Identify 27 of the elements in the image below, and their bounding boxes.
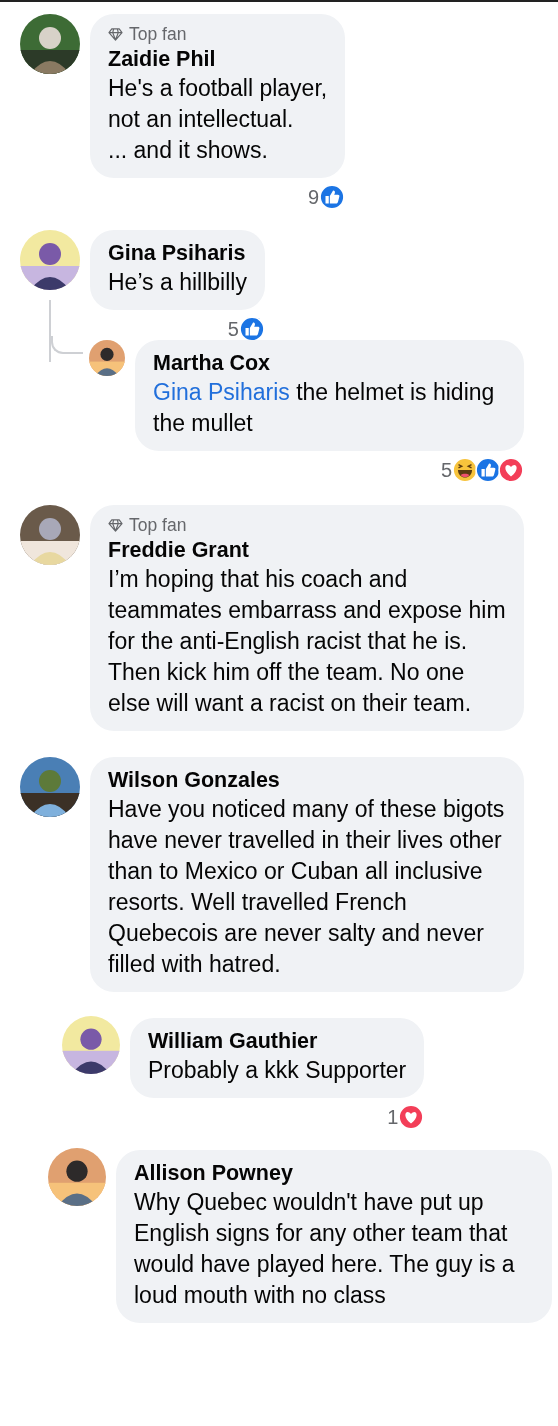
diamond-icon <box>108 27 123 41</box>
laughing-emoji-icon[interactable] <box>452 457 478 483</box>
comment-text: He's a football player, not an intellectual. ... and it shows. <box>108 74 328 165</box>
comment-text: I’m hoping that his coach and teammates embarrass and expose him for the anti-English racist that he is. Then kick him off the team. No one else will want a racist on their team. <box>108 565 506 718</box>
commenter-name[interactable]: William Gauthier <box>148 1027 407 1055</box>
top-fan-label: Top fan <box>129 23 187 45</box>
diamond-icon <box>108 518 123 532</box>
reaction-count[interactable]: 5 <box>440 458 452 482</box>
comment-text: Probably a kkk Supporter <box>148 1056 407 1085</box>
like-icon[interactable] <box>238 316 265 342</box>
reaction-count[interactable]: 1 <box>387 1105 399 1129</box>
commenter-name[interactable]: Martha Cox <box>153 349 506 377</box>
comment-text: He’s a hillbilly <box>108 268 247 297</box>
top-fan-label: Top fan <box>129 514 187 536</box>
mention-link[interactable]: Gina Psiharis <box>153 379 290 405</box>
like-icon[interactable] <box>319 184 346 210</box>
reaction-count[interactable]: 5 <box>227 317 239 341</box>
commenter-name[interactable]: Allison Powney <box>134 1159 534 1187</box>
comment-text: Have you noticed many of these bigots have never travelled in their lives other than to Mexico or Cuban all inclusive resorts. Well travelled French Quebecois are never salty and never filled with hatred. <box>108 795 506 979</box>
comment-text: Gina Psiharis the helmet is hiding the mullet <box>153 378 496 438</box>
comment-text: Why Quebec wouldn't have put up English signs for any other team that would have played here. The guy is a loud mouth with no class <box>134 1188 516 1310</box>
commenter-name[interactable]: Freddie Grant <box>108 536 506 564</box>
like-icon[interactable] <box>475 457 501 483</box>
commenter-name[interactable]: Gina Psiharis <box>108 239 247 267</box>
commenter-name[interactable]: Zaidie Phil <box>108 45 328 73</box>
commenter-name[interactable]: Wilson Gonzales <box>108 766 506 794</box>
reaction-count[interactable]: 9 <box>308 185 320 209</box>
